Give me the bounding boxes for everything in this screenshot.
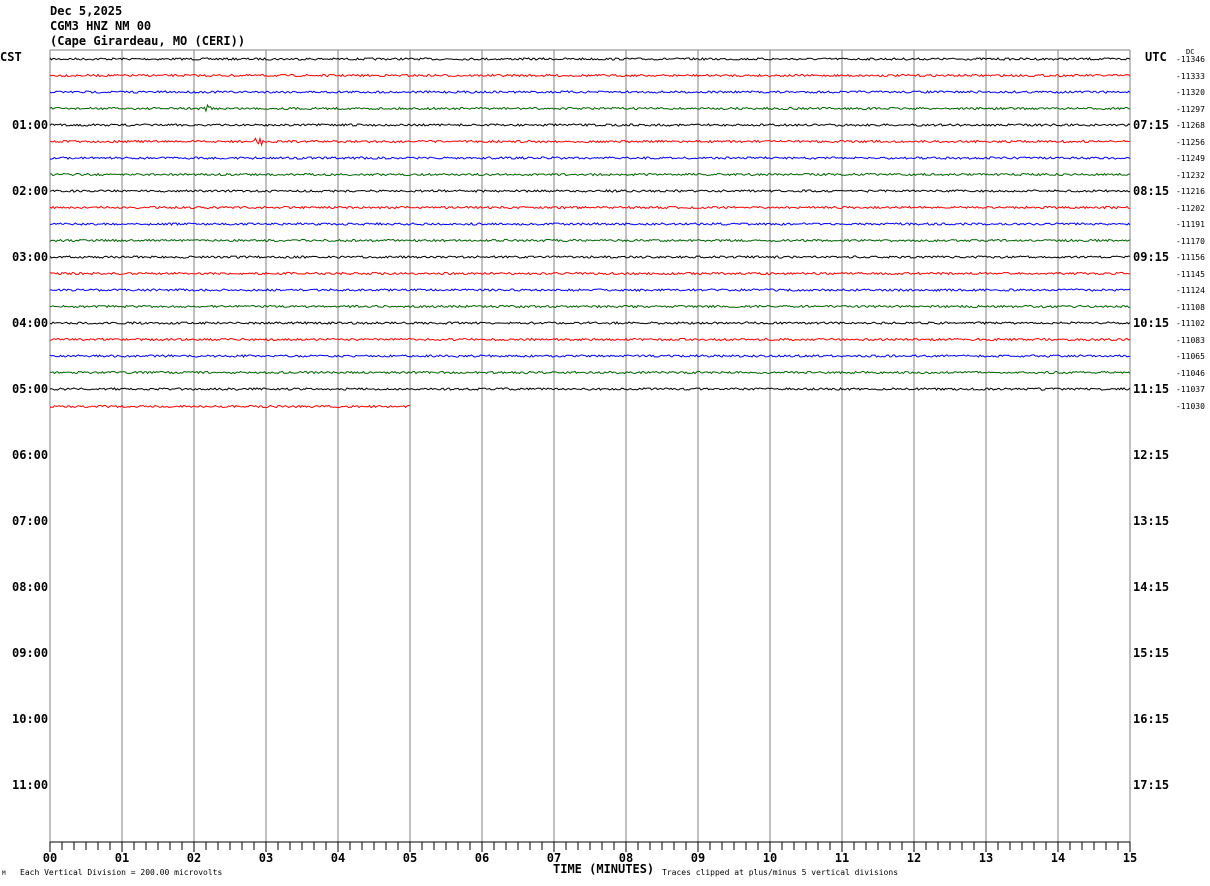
trace-row-19	[49, 370, 1131, 375]
trace-row-5	[49, 136, 1131, 147]
x-axis-label: TIME (MINUTES)	[553, 862, 655, 876]
trace-row-13	[49, 271, 1131, 276]
trace-row-20	[49, 387, 1131, 391]
trace-row-7	[49, 172, 1131, 177]
trace-row-4	[49, 123, 1131, 127]
x-tick-label: 11	[835, 851, 849, 865]
x-tick-label: 02	[187, 851, 201, 865]
x-tick-label: 04	[331, 851, 345, 865]
trace-row-15	[49, 304, 1131, 309]
x-tick-label: 06	[475, 851, 489, 865]
trace-row-18	[49, 354, 1131, 358]
trace-row-1	[49, 73, 1131, 78]
x-tick-label: 03	[259, 851, 273, 865]
trace-row-0	[49, 57, 1131, 61]
x-tick-label: 14	[1051, 851, 1065, 865]
trace-row-10	[50, 222, 1131, 226]
x-tick-label: 13	[979, 851, 993, 865]
x-tick-label: 15	[1123, 851, 1137, 865]
trace-row-11	[49, 238, 1131, 243]
trace-row-14	[49, 288, 1131, 292]
trace-row-6	[49, 156, 1131, 160]
trace-row-2	[49, 90, 1131, 94]
scale-note: Each Vertical Division = 200.00 microvol…	[20, 868, 223, 877]
trace-row-9	[49, 205, 1131, 210]
trace-row-21	[49, 404, 411, 409]
trace-row-3	[49, 103, 1131, 113]
trace-row-17	[49, 337, 1131, 342]
x-tick-label: 10	[763, 851, 777, 865]
trace-row-8	[49, 189, 1131, 193]
trace-row-12	[49, 255, 1131, 259]
x-tick-label: 09	[691, 851, 705, 865]
trace-row-16	[49, 321, 1131, 325]
x-tick-label: 01	[115, 851, 129, 865]
helicorder-plot: 00 01 02 03 04 05 06 07 08 09 10 11 12 13 14 15	[43, 49, 1137, 865]
x-tick-label: 00	[43, 851, 57, 865]
corner-mark: M	[2, 870, 6, 877]
x-tick-label: 12	[907, 851, 921, 865]
x-tick-label: 05	[403, 851, 417, 865]
clip-note: Traces clipped at plus/minus 5 vertical …	[662, 868, 899, 877]
